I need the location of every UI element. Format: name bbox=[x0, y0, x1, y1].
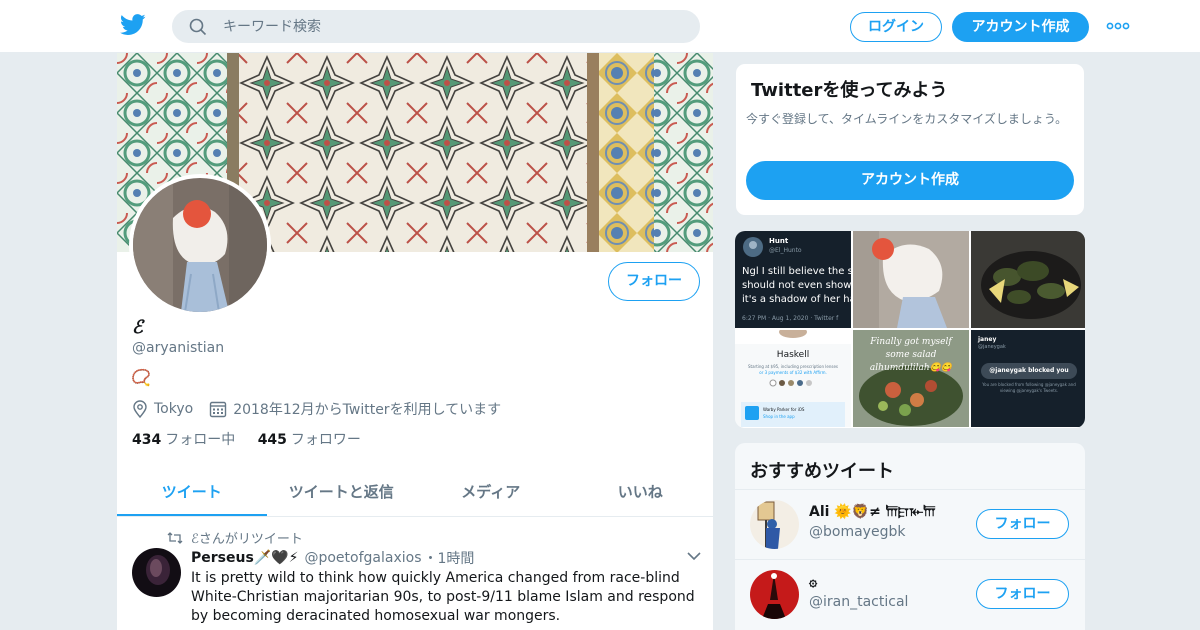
retweet-label[interactable]: ℰさんがリツイート bbox=[191, 528, 303, 547]
media-thumbnail[interactable] bbox=[971, 231, 1085, 328]
chevron-down-icon[interactable] bbox=[687, 551, 701, 561]
media-tweet-handle: @El_Hunto bbox=[769, 247, 802, 254]
media-blocked-handle: @janeygak bbox=[978, 344, 1006, 350]
more-options-icon[interactable] bbox=[1106, 19, 1130, 33]
recommended-tweets: おすすめツイート Ali 🌞🦁≠ 𐎠𐎼𐎹𐎠 @bomayegbk フォロー ۞ bbox=[735, 443, 1085, 630]
retweet-context: ℰさんがリツイート bbox=[167, 528, 303, 547]
media-ad-brand: Warby Parker for iOS bbox=[763, 407, 805, 412]
media-ad-line2: or 3 payments of $32 with Affirm. bbox=[759, 370, 827, 375]
follow-button[interactable]: フォロー bbox=[976, 579, 1069, 609]
tweet-header: Perseus🗡️🖤⚡ @poetofgalaxios ・1時間 bbox=[191, 548, 701, 568]
location-pin-icon bbox=[133, 400, 147, 418]
recommended-account[interactable]: ۞ @iran_tactical フォロー bbox=[735, 559, 1085, 628]
media-ad-line: Starting at $95, including prescription … bbox=[748, 364, 838, 369]
follow-counts: 434 フォロー中 445 フォロワー bbox=[132, 429, 361, 449]
retweet-icon bbox=[167, 531, 183, 544]
calendar-icon bbox=[210, 401, 227, 418]
media-blocked-pill: @janeygak blocked you bbox=[981, 363, 1077, 379]
media-blocked-text: You are blocked from following @janeygak… bbox=[982, 382, 1076, 393]
signup-card-button[interactable]: アカウント作成 bbox=[746, 161, 1074, 200]
login-button[interactable]: ログイン bbox=[850, 12, 942, 42]
photos-and-videos-grid: Hunt @El_Hunto Ngl I still believe the s… bbox=[735, 231, 1085, 428]
media-ad-title: Haskell bbox=[776, 350, 810, 360]
follow-button[interactable]: フォロー bbox=[976, 509, 1069, 539]
recommended-account-handle[interactable]: @iran_tactical bbox=[809, 594, 908, 610]
tab-media[interactable]: メディア bbox=[416, 470, 566, 516]
profile-name: ℰ bbox=[132, 317, 143, 338]
recommended-account-avatar[interactable] bbox=[750, 570, 799, 619]
search-box[interactable] bbox=[172, 10, 700, 43]
recommended-account-name[interactable]: ۞ bbox=[809, 574, 817, 590]
profile-column: フォロー ℰ @aryanistian 📿 Tokyo 2018年12月からTw… bbox=[116, 53, 714, 630]
profile-meta: Tokyo 2018年12月からTwitterを利用しています bbox=[132, 399, 501, 419]
media-thumbnail[interactable]: Haskell Starting at $95, including presc… bbox=[735, 330, 851, 427]
profile-location: Tokyo bbox=[154, 401, 194, 417]
recommended-account[interactable]: Ali 🌞🦁≠ 𐎠𐎼𐎹𐎠 @bomayegbk フォロー bbox=[735, 489, 1085, 558]
profile-joined-date: 2018年12月からTwitterを利用しています bbox=[233, 402, 502, 418]
followers-count: 445 bbox=[257, 432, 287, 448]
following-count: 434 bbox=[132, 432, 162, 448]
profile-tabs: ツイート ツイートと返信 メディア いいね bbox=[117, 470, 714, 517]
recommended-account-name[interactable]: Ali 🌞🦁≠ 𐎠𐎼𐎹𐎠 bbox=[809, 504, 936, 520]
media-tweet-text: Ngl I still believe the sh should not ev… bbox=[742, 266, 851, 305]
media-thumbnail[interactable]: Finally got myself some salad alhumdulil… bbox=[853, 330, 969, 427]
follow-button[interactable]: フォロー bbox=[608, 262, 700, 301]
followers-label: フォロワー bbox=[290, 432, 361, 448]
tweet-text: It is pretty wild to think how quickly A… bbox=[191, 570, 695, 624]
media-thumbnail[interactable]: janey @janeygak @janeygak blocked you Yo… bbox=[971, 330, 1085, 427]
tweet-author-name[interactable]: Perseus🗡️🖤⚡ bbox=[191, 550, 298, 566]
signup-button[interactable]: アカウント作成 bbox=[952, 12, 1089, 42]
media-tweet-meta: 6:27 PM · Aug 1, 2020 · Twitter f bbox=[742, 315, 839, 322]
recommended-account-handle[interactable]: @bomayegbk bbox=[809, 524, 905, 540]
profile-bio: 📿 bbox=[131, 368, 151, 387]
following-label: フォロー中 bbox=[165, 432, 236, 448]
recommended-title: おすすめツイート bbox=[750, 461, 894, 482]
tweet-author-avatar[interactable] bbox=[132, 548, 181, 597]
tab-tweets[interactable]: ツイート bbox=[117, 470, 267, 516]
followers-link[interactable]: 445 フォロワー bbox=[258, 432, 361, 448]
twitter-bird-icon[interactable] bbox=[120, 14, 146, 36]
top-navigation-bar: ログイン アカウント作成 bbox=[0, 0, 1200, 53]
following-link[interactable]: 434 フォロー中 bbox=[132, 432, 235, 448]
profile-avatar[interactable] bbox=[129, 174, 271, 316]
media-thumbnail[interactable] bbox=[853, 231, 969, 328]
media-tweet-name: Hunt bbox=[769, 237, 789, 245]
media-thumbnail[interactable]: Hunt @El_Hunto Ngl I still believe the s… bbox=[735, 231, 851, 328]
profile-handle[interactable]: @aryanistian bbox=[132, 340, 224, 356]
media-caption: Finally got myself some salad alhumdulil… bbox=[869, 337, 953, 373]
tweet-author-handle[interactable]: @poetofgalaxios bbox=[304, 550, 421, 566]
media-ad-sub: Shop in the app bbox=[763, 414, 795, 419]
signup-card-description: 今すぐ登録して、タイムラインをカスタマイズしましょう。 bbox=[746, 112, 1068, 126]
signup-card: Twitterを使ってみよう 今すぐ登録して、タイムラインをカスタマイズしましょ… bbox=[735, 63, 1085, 216]
media-blocked-name: janey bbox=[978, 336, 997, 343]
tweet-timestamp[interactable]: ・1時間 bbox=[424, 548, 475, 568]
search-icon bbox=[189, 18, 207, 36]
signup-card-title: Twitterを使ってみよう bbox=[751, 80, 948, 101]
tab-likes[interactable]: いいね bbox=[566, 470, 714, 516]
search-input[interactable] bbox=[223, 11, 683, 42]
tab-tweets-and-replies[interactable]: ツイートと返信 bbox=[267, 470, 417, 516]
recommended-account-avatar[interactable] bbox=[750, 500, 799, 549]
